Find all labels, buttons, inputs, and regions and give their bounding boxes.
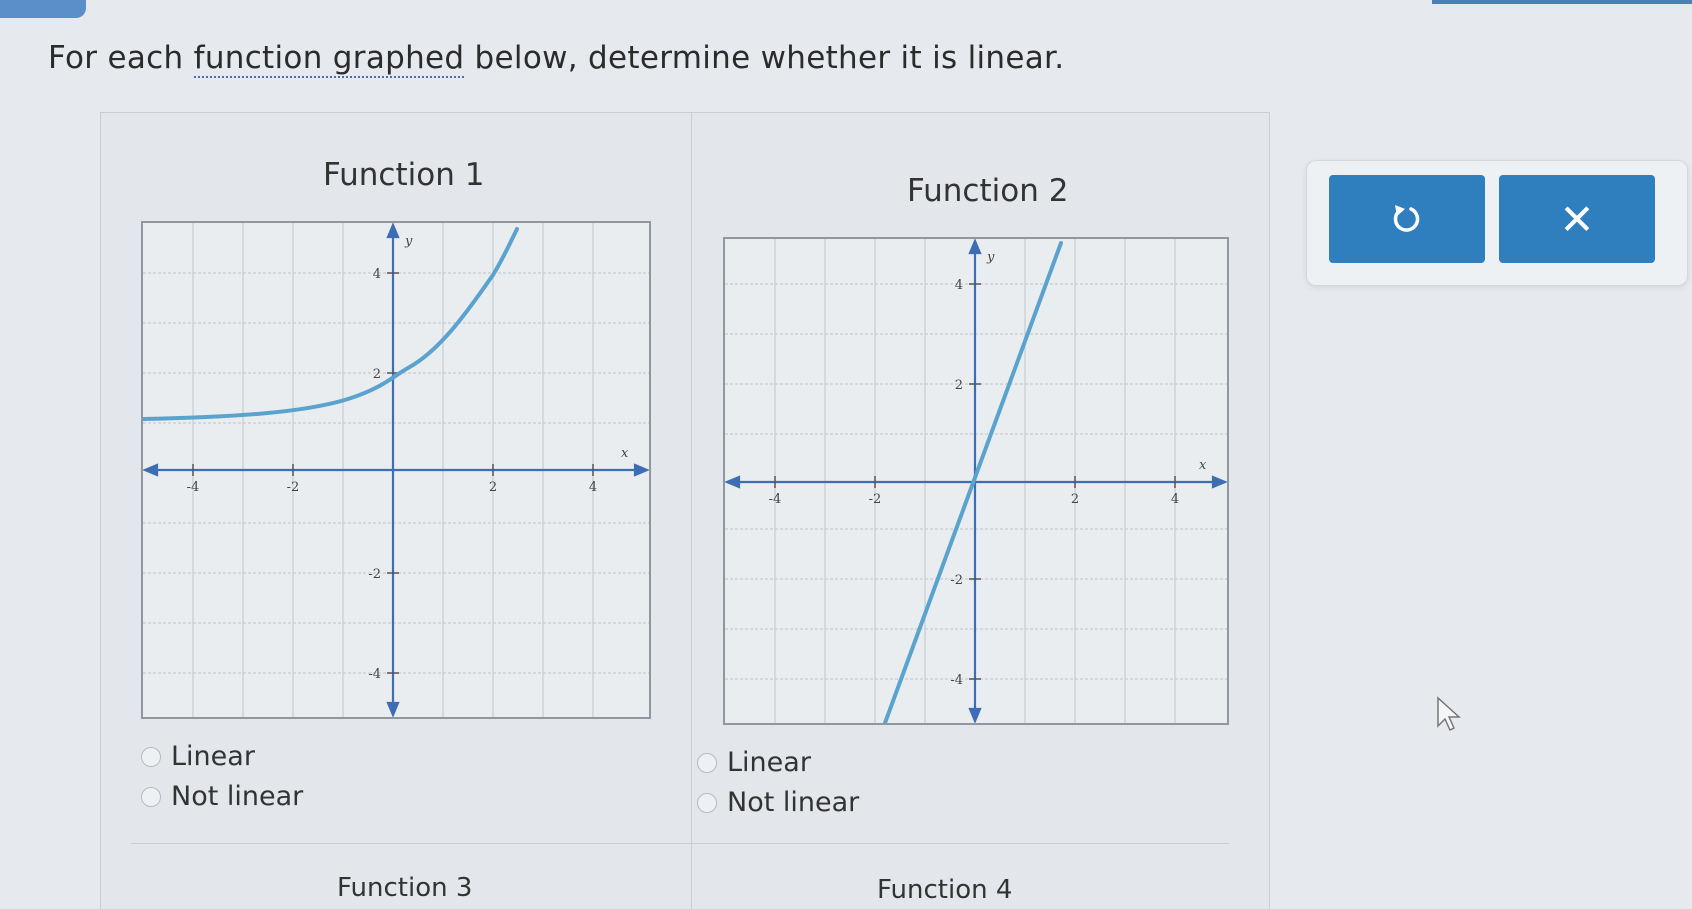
f1-ytick-2: 2: [373, 367, 381, 382]
f1-xtick-neg4: -4: [187, 480, 200, 495]
f2-y-axis-label: y: [986, 250, 995, 265]
f1-curve: [141, 227, 519, 421]
f1-ytick-neg2: -2: [368, 567, 381, 582]
f2-xtick-neg2: -2: [869, 492, 882, 507]
top-accent-line: [1432, 0, 1692, 4]
f1-x-axis-label: x: [621, 446, 629, 461]
f1-xtick-4: 4: [589, 480, 597, 495]
f2-ytick-neg2: -2: [950, 573, 963, 588]
f2-option-not-linear[interactable]: Not linear: [697, 787, 859, 818]
f2-x-axis-label: x: [1199, 458, 1207, 473]
f1-option-linear[interactable]: Linear: [141, 741, 255, 772]
mouse-cursor-icon: [1437, 696, 1461, 732]
f2-xtick-2: 2: [1071, 492, 1079, 507]
f2-option-linear[interactable]: Linear: [697, 747, 811, 778]
close-button[interactable]: ✕: [1499, 175, 1655, 263]
undo-icon: [1393, 205, 1420, 232]
function-4-title: Function 4: [877, 875, 1013, 905]
function-2-graph: -4 -2 2 4 4 2 -2 -4 x y: [723, 237, 1229, 725]
f2-xtick-neg4: -4: [769, 492, 782, 507]
functions-panel: Function 1 -4 -2 2 4 4 2 -2 -4 x y Linea…: [100, 112, 1270, 909]
f2-ytick-4: 4: [955, 278, 963, 293]
f1-option-not-linear[interactable]: Not linear: [141, 781, 303, 812]
instruction-text: For each function graphed below, determi…: [48, 40, 1065, 78]
undo-button[interactable]: [1329, 175, 1485, 263]
f1-xtick-neg2: -2: [287, 480, 300, 495]
f1-y-axis-label: y: [404, 234, 413, 249]
f1-ytick-neg4: -4: [368, 667, 381, 682]
function-2-title: Function 2: [907, 173, 1069, 209]
f2-radio-linear[interactable]: [697, 752, 717, 773]
f1-ytick-4: 4: [373, 267, 381, 282]
function-1-graph: -4 -2 2 4 4 2 -2 -4 x y: [141, 221, 651, 719]
top-left-tab: [0, 0, 86, 18]
f1-xtick-2: 2: [489, 480, 497, 495]
row-divider: [131, 843, 1229, 844]
f2-xtick-4: 4: [1171, 492, 1179, 507]
f2-radio-not-linear[interactable]: [697, 792, 717, 813]
action-button-group: ✕: [1306, 160, 1688, 286]
function-graphed-link[interactable]: function graphed: [193, 40, 465, 78]
function-3-title: Function 3: [337, 873, 473, 903]
f2-ytick-neg4: -4: [950, 673, 963, 688]
f2-ytick-2: 2: [955, 378, 963, 393]
close-icon: ✕: [1559, 194, 1595, 244]
f1-radio-linear[interactable]: [141, 746, 161, 767]
function-1-title: Function 1: [323, 157, 485, 193]
f1-radio-not-linear[interactable]: [141, 786, 161, 807]
column-divider: [691, 113, 692, 909]
